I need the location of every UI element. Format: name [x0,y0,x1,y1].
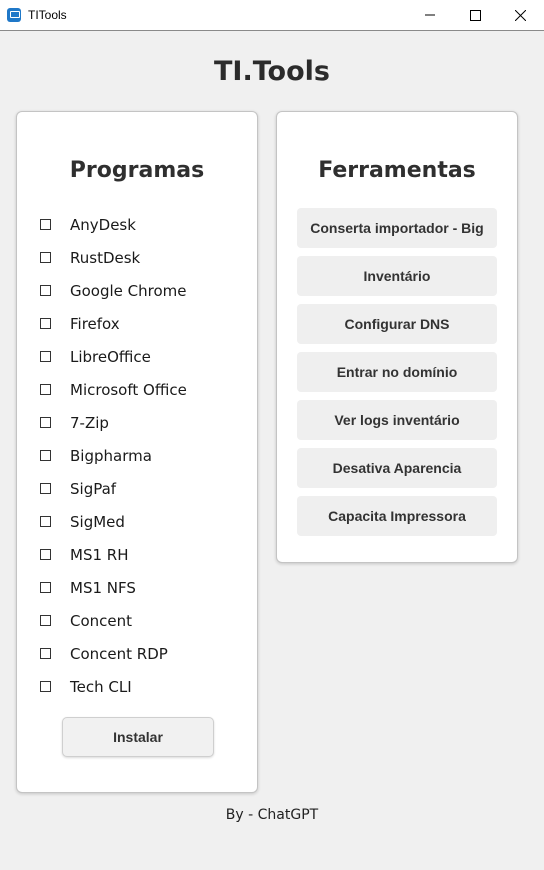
tool-button[interactable]: Ver logs inventário [297,400,497,440]
program-checkbox[interactable] [40,450,51,461]
program-label: Concent RDP [70,644,168,663]
close-button[interactable] [497,0,543,30]
program-checkbox[interactable] [40,219,51,230]
install-button[interactable]: Instalar [62,717,214,757]
program-label: SigMed [70,512,125,531]
tools-title: Ferramentas [318,158,476,183]
program-item[interactable]: 7-Zip [40,406,187,439]
minimize-icon [425,14,435,16]
program-label: Google Chrome [70,281,187,300]
program-label: Firefox [70,314,120,333]
program-label: MS1 RH [70,545,129,564]
maximize-icon [469,9,481,21]
program-label: AnyDesk [70,215,136,234]
program-item[interactable]: Concent RDP [40,637,187,670]
minimize-button[interactable] [407,0,453,30]
program-checkbox[interactable] [40,351,51,362]
tool-button[interactable]: Conserta importador - Big [297,208,497,248]
program-item[interactable]: MS1 RH [40,538,187,571]
program-checkbox[interactable] [40,615,51,626]
program-checkbox[interactable] [40,516,51,527]
program-item[interactable]: Concent [40,604,187,637]
program-label: Concent [70,611,133,630]
program-checkbox[interactable] [40,648,51,659]
tool-button[interactable]: Entrar no domínio [297,352,497,392]
program-checkbox[interactable] [40,549,51,560]
tool-button[interactable]: Capacita Impressora [297,496,497,536]
program-checkbox[interactable] [40,318,51,329]
program-label: SigPaf [70,479,117,498]
program-item[interactable]: AnyDesk [40,208,187,241]
program-item[interactable]: MS1 NFS [40,571,187,604]
program-checkbox[interactable] [40,582,51,593]
program-item[interactable]: Bigpharma [40,439,187,472]
program-label: Bigpharma [70,446,152,465]
program-checkbox[interactable] [40,417,51,428]
program-label: MS1 NFS [70,578,136,597]
program-label: Microsoft Office [70,380,187,399]
program-item[interactable]: RustDesk [40,241,187,274]
programs-list: AnyDesk RustDesk Google Chrome Firefox Libre… [40,208,187,703]
program-item[interactable]: Tech CLI [40,670,187,703]
program-checkbox[interactable] [40,681,51,692]
program-item[interactable]: Firefox [40,307,187,340]
title-bar: TITools [0,0,544,31]
window-title: TITools [28,8,67,22]
program-checkbox[interactable] [40,252,51,263]
monitor-app-icon [7,8,21,22]
program-label: LibreOffice [70,347,151,366]
tool-button[interactable]: Inventário [297,256,497,296]
program-item[interactable]: SigPaf [40,472,187,505]
program-item[interactable]: Microsoft Office [40,373,187,406]
program-item[interactable]: LibreOffice [40,340,187,373]
program-checkbox[interactable] [40,483,51,494]
program-item[interactable]: Google Chrome [40,274,187,307]
programs-panel: Programas AnyDesk RustDesk Google Chrome Fi… [16,111,258,793]
program-label: RustDesk [70,248,141,267]
app-title: TI.Tools [214,56,330,87]
maximize-button[interactable] [452,0,498,30]
close-icon [514,9,526,21]
tool-button[interactable]: Desativa Aparencia [297,448,497,488]
programs-title: Programas [69,158,205,183]
program-item[interactable]: SigMed [40,505,187,538]
program-label: Tech CLI [70,677,132,696]
program-label: 7-Zip [70,413,109,432]
program-checkbox[interactable] [40,384,51,395]
tools-panel: Ferramentas Conserta importador - Big Inv… [276,111,518,563]
tool-button[interactable]: Configurar DNS [297,304,497,344]
footer-credit: By - ChatGPT [225,807,319,823]
program-checkbox[interactable] [40,285,51,296]
